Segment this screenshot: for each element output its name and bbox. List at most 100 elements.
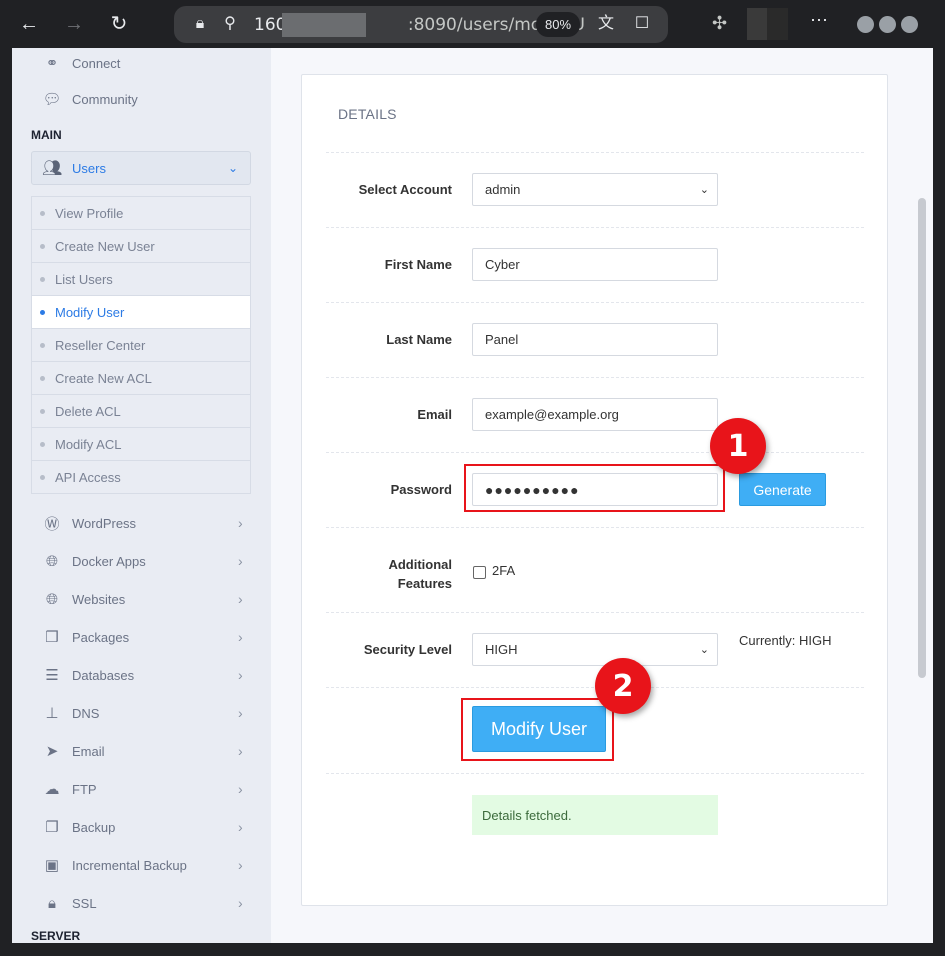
section-label-main: MAIN [31, 128, 62, 142]
sidebar-item-label: Create New ACL [55, 370, 152, 386]
sidebar-item-dns[interactable]: ⊥ DNS › [42, 701, 242, 725]
chevron-right-icon: › [238, 553, 243, 569]
sidebar: ⚭ Connect 💬︎ Community MAIN 👥︎ Users ⌄ V… [12, 48, 271, 943]
reload-icon[interactable]: ↻ [105, 10, 133, 38]
sidebar-subitem-modify-user[interactable]: Modify User [32, 296, 250, 329]
sidebar-item-label: Create New User [55, 238, 155, 254]
sidebar-item-label: Reseller Center [55, 337, 146, 353]
address-bar[interactable]: 🔒︎ ⚲ 160.:8090/users/modifyU 80% 文 ☐ [174, 6, 668, 43]
twofa-label[interactable]: 2FA [492, 563, 515, 578]
users-icon: 👥︎ [42, 160, 63, 177]
profile-avatar[interactable] [747, 8, 788, 40]
page-scrollbar[interactable] [918, 198, 926, 678]
bullet-icon [40, 276, 45, 282]
sidebar-item-label: Backup [72, 819, 116, 835]
sitemap-icon: ⊥ [45, 705, 59, 722]
sidebar-item-label: List Users [55, 271, 113, 287]
section-label-server: SERVER [31, 929, 81, 943]
password-highlight-box [464, 464, 725, 512]
select-account-dropdown[interactable]: admin ⌄ [472, 173, 718, 206]
password-label: Password [390, 482, 452, 497]
bullet-icon [40, 210, 45, 216]
sidebar-item-email[interactable]: ➤ Email › [42, 739, 243, 763]
sidebar-item-ssl[interactable]: 🔒︎ SSL › [42, 891, 243, 915]
window-minimize[interactable] [857, 16, 874, 33]
window-maximize[interactable] [879, 16, 896, 33]
link-icon: ⚭ [45, 55, 59, 72]
sidebar-subitem-modify-acl[interactable]: Modify ACL [32, 428, 250, 461]
window-close[interactable] [901, 16, 918, 33]
email-field[interactable]: example@example.org [472, 398, 718, 431]
sidebar-subitem-list-users[interactable]: List Users [32, 263, 250, 296]
chevron-right-icon: › [238, 895, 243, 911]
divider [326, 612, 864, 613]
sidebar-item-databases[interactable]: ☰ Databases › [42, 663, 242, 687]
copy-icon: ❐ [45, 819, 59, 836]
users-submenu: View Profile Create New User List Users … [31, 196, 251, 494]
forward-icon[interactable]: → [60, 10, 88, 38]
sidebar-subitem-view-profile[interactable]: View Profile [32, 197, 250, 230]
sidebar-item-label: SSL [72, 895, 97, 911]
extensions-icon[interactable]: ✣ [712, 13, 727, 34]
sidebar-item-packages[interactable]: ❒ Packages › [42, 625, 242, 649]
current-security-text: Currently: HIGH [739, 633, 832, 648]
sidebar-subitem-create-new-user[interactable]: Create New User [32, 230, 250, 263]
translate-icon[interactable]: 文 [596, 14, 616, 34]
bullet-icon [40, 375, 45, 381]
more-menu-icon[interactable]: ⋯ [810, 10, 828, 31]
cubes-icon: ❒ [45, 629, 59, 646]
twofa-checkbox[interactable] [473, 566, 486, 579]
chevron-right-icon: › [238, 629, 243, 645]
sidebar-item-websites[interactable]: 🌐︎ Websites › [42, 587, 243, 611]
sidebar-subitem-delete-acl[interactable]: Delete ACL [32, 395, 250, 428]
first-name-field[interactable]: Cyber [472, 248, 718, 281]
divider [326, 377, 864, 378]
last-name-field[interactable]: Panel [472, 323, 718, 356]
chevron-right-icon: › [238, 667, 243, 683]
lock-icon[interactable]: 🔒︎ [190, 14, 210, 34]
sidebar-item-wordpress[interactable]: Ⓦ WordPress › [42, 511, 242, 535]
globe-icon: 🌐︎ [45, 590, 58, 608]
generate-button[interactable]: Generate [739, 473, 826, 506]
email-label: Email [417, 407, 452, 422]
chevron-down-icon: ⌄ [699, 644, 709, 656]
comments-icon: 💬︎ [42, 91, 62, 108]
chevron-right-icon: › [238, 591, 243, 607]
security-level-label: Security Level [363, 642, 452, 657]
back-icon[interactable]: ← [15, 10, 43, 38]
site-settings-icon[interactable]: ⚲ [220, 14, 240, 34]
sidebar-item-label: Databases [72, 667, 135, 683]
sidebar-subitem-create-new-acl[interactable]: Create New ACL [32, 362, 250, 395]
sidebar-item-community[interactable]: 💬︎ Community [42, 87, 137, 111]
card-title: DETAILS [338, 106, 397, 122]
security-level-value: HIGH [485, 642, 518, 657]
sidebar-subitem-api-access[interactable]: API Access [32, 461, 250, 494]
sidebar-item-connect[interactable]: ⚭ Connect [42, 51, 121, 75]
security-level-dropdown[interactable]: HIGH ⌄ [472, 633, 718, 666]
sidebar-item-incremental-backup[interactable]: ▣ Incremental Backup › [42, 853, 243, 877]
sidebar-item-docker-apps[interactable]: 🌐︎ Docker Apps › [42, 549, 243, 573]
sidebar-subitem-reseller-center[interactable]: Reseller Center [32, 329, 250, 362]
sidebar-item-label: FTP [72, 781, 97, 797]
browser-toolbar: ← → ↻ 🔒︎ ⚲ 160.:8090/users/modifyU 80% 文… [0, 0, 945, 48]
bullet-icon [40, 441, 45, 447]
bullet-icon [40, 243, 45, 249]
select-account-value: admin [485, 182, 521, 197]
sidebar-item-backup[interactable]: ❐ Backup › [42, 815, 242, 839]
divider [326, 527, 864, 528]
wordpress-icon: Ⓦ [44, 515, 60, 533]
last-name-label: Last Name [386, 332, 452, 347]
sidebar-item-label: Modify ACL [55, 436, 122, 452]
redacted-ip [282, 13, 366, 37]
bookmark-icon[interactable]: ☐ [632, 14, 652, 34]
divider [326, 452, 864, 453]
status-alert: Details fetched. [472, 795, 718, 835]
last-name-value: Panel [485, 332, 519, 347]
zoom-badge[interactable]: 80% [536, 12, 580, 37]
divider [326, 152, 864, 153]
sidebar-item-ftp[interactable]: ☁ FTP › [42, 777, 243, 801]
sidebar-item-label: DNS [72, 705, 100, 721]
sidebar-item-users[interactable]: 👥︎ Users ⌄ [31, 151, 251, 185]
chevron-right-icon: › [238, 515, 243, 531]
divider [326, 227, 864, 228]
